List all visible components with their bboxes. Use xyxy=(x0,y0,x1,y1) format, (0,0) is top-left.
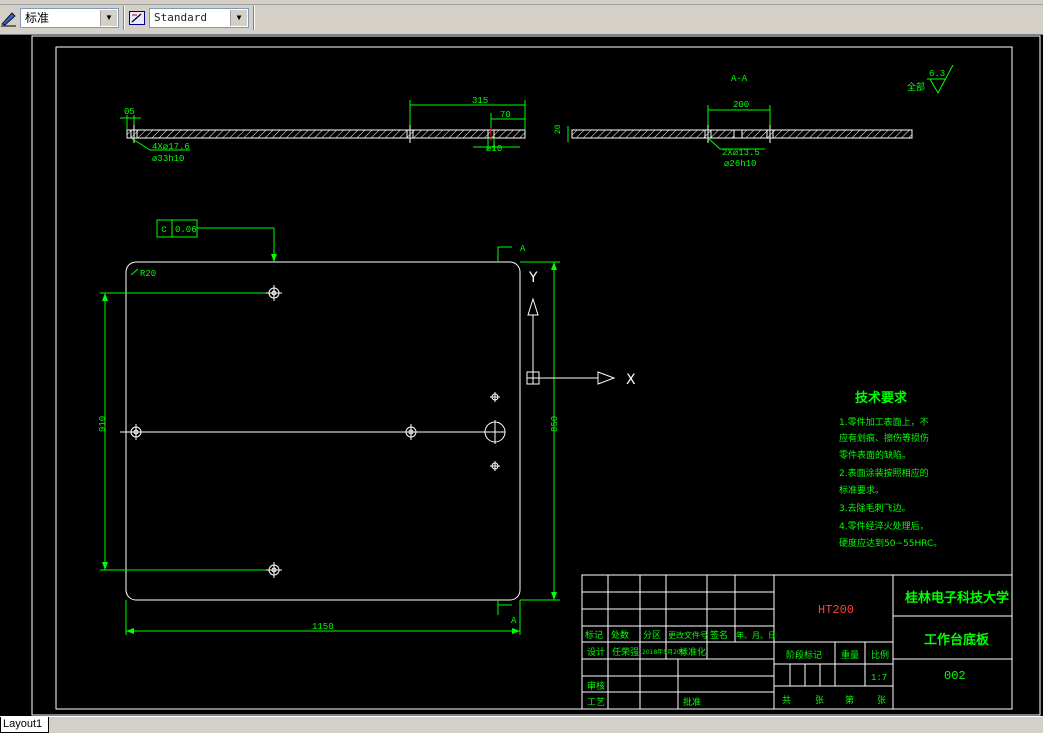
section-view-right: A-A 200 20 2X⌀13.5 ⌀26h10 xyxy=(554,74,913,169)
plate-main-view: R20 910 850 1150 A A xyxy=(98,244,560,635)
drawing-svg[interactable]: 05 315 70 ⌀10 4X⌀17.6 ⌀33h10 A-A 200 20 … xyxy=(0,35,1043,716)
section-label: A-A xyxy=(731,74,748,84)
toolbar-separator xyxy=(253,6,255,30)
hole-callout-a: 4X⌀17.6 xyxy=(152,142,190,152)
title-block: HT200 桂林电子科技大学 工作台底板 002 标记 处数 分区 更改文件号 … xyxy=(581,574,1013,710)
layout-tabs-bar: Layout1 xyxy=(0,716,1043,733)
tolerance-symbol: c xyxy=(161,225,167,236)
tolerance-frame: c 0.06 xyxy=(156,219,277,262)
dim-200: 200 xyxy=(733,100,749,110)
scale-value: 1:7 xyxy=(871,673,887,683)
text-style-value: 标准 xyxy=(25,11,50,25)
dim-style-select[interactable]: Standard ▼ xyxy=(149,8,249,28)
dim-850: 850 xyxy=(550,416,560,432)
view-marker-top: A xyxy=(520,244,526,254)
drawing-number: 002 xyxy=(944,669,966,683)
header-doc-number: 更改文件号 xyxy=(668,630,708,640)
ucs-icon: Y X xyxy=(526,270,636,388)
tech-line: 标准要求。 xyxy=(839,484,884,496)
dim-315: 315 xyxy=(472,96,488,106)
dim-style-value: Standard xyxy=(154,11,207,24)
ucs-x-label: X xyxy=(626,372,636,388)
standard-label: 标准化 xyxy=(679,646,706,658)
surface-finish-value: 6.3 xyxy=(929,69,945,79)
ucs-y-label: Y xyxy=(528,270,538,286)
text-style-select[interactable]: 标准 ▼ xyxy=(20,8,119,28)
part-name: 工作台底板 xyxy=(924,632,990,648)
tech-line: 应有划痕、擦伤等损伤 xyxy=(839,432,929,444)
dimension-style-icon[interactable] xyxy=(128,9,146,27)
tech-line: 4.零件经淬火处理后， xyxy=(839,520,929,532)
tech-requirements: 技术要求 1.零件加工表面上，不 应有划痕、擦伤等损伤 零件表面的缺陷。 2.表… xyxy=(839,390,942,549)
dim-70: 70 xyxy=(500,110,511,120)
sheet-total-label: 共 xyxy=(782,695,791,706)
tech-line: 2.表面涂装按照相应的 xyxy=(839,467,929,479)
hole-callout-a-sub: ⌀33h10 xyxy=(152,154,184,164)
tech-line: 3.去除毛刺飞边。 xyxy=(839,502,911,514)
dim-20: 20 xyxy=(554,124,563,134)
dim-910: 910 xyxy=(98,416,108,432)
view-marker-bottom: A xyxy=(511,616,517,626)
tab-layout1[interactable]: Layout1 xyxy=(0,717,50,733)
tech-line: 硬度应达到50~55HRC。 xyxy=(839,537,942,549)
model-code: HT200 xyxy=(818,603,854,617)
tech-line: 1.零件加工表面上，不 xyxy=(839,416,929,428)
approve-label: 批准 xyxy=(683,696,701,708)
styles-toolbar: 标准 ▼ Standard ▼ xyxy=(0,0,1043,35)
chevron-down-icon[interactable]: ▼ xyxy=(100,10,117,26)
header-mark: 标记 xyxy=(585,629,603,641)
header-date: 年、月、日 xyxy=(736,630,776,640)
header-signature: 签名 xyxy=(710,629,728,641)
text-style-icon[interactable] xyxy=(0,9,18,27)
radius-label: R20 xyxy=(140,269,156,279)
section-view-left: 05 315 70 ⌀10 4X⌀17.6 ⌀33h10 xyxy=(120,96,526,164)
stage-label: 阶段标记 xyxy=(786,649,822,661)
toolbar-top-strip xyxy=(0,0,1043,5)
weight-label: 重量 xyxy=(841,649,859,661)
designer-name: 任荣强 xyxy=(612,646,639,658)
sheet-no-label: 第 xyxy=(845,694,854,706)
drawing-canvas[interactable]: 05 315 70 ⌀10 4X⌀17.6 ⌀33h10 A-A 200 20 … xyxy=(0,35,1043,716)
tab-layout1-label: Layout1 xyxy=(3,718,43,730)
dim-1150: 1150 xyxy=(312,622,334,632)
chevron-down-icon[interactable]: ▼ xyxy=(230,10,247,26)
check-label: 审核 xyxy=(587,680,605,692)
scale-label: 比例 xyxy=(871,649,889,661)
dim-05: 05 xyxy=(124,107,135,117)
hole-callout-b-sub: ⌀26h10 xyxy=(724,159,756,169)
header-count: 处数 xyxy=(611,629,629,641)
surface-finish-symbol: 全部 6.3 xyxy=(907,64,954,95)
design-label: 设计 xyxy=(587,646,605,658)
sheet-unit-label: 张 xyxy=(815,695,824,706)
tolerance-value: 0.06 xyxy=(175,225,197,235)
process-label: 工艺 xyxy=(587,697,605,708)
dim-10: ⌀10 xyxy=(486,144,502,154)
toolbar-separator xyxy=(123,6,125,30)
tech-line: 零件表面的缺陷。 xyxy=(839,449,911,461)
header-zone: 分区 xyxy=(643,630,661,641)
surface-finish-label: 全部 xyxy=(907,81,925,93)
sheet-unit-label: 张 xyxy=(877,695,886,706)
hole-callout-b: 2X⌀13.5 xyxy=(722,148,760,158)
school-name: 桂林电子科技大学 xyxy=(904,590,1009,606)
tech-title: 技术要求 xyxy=(855,390,908,406)
